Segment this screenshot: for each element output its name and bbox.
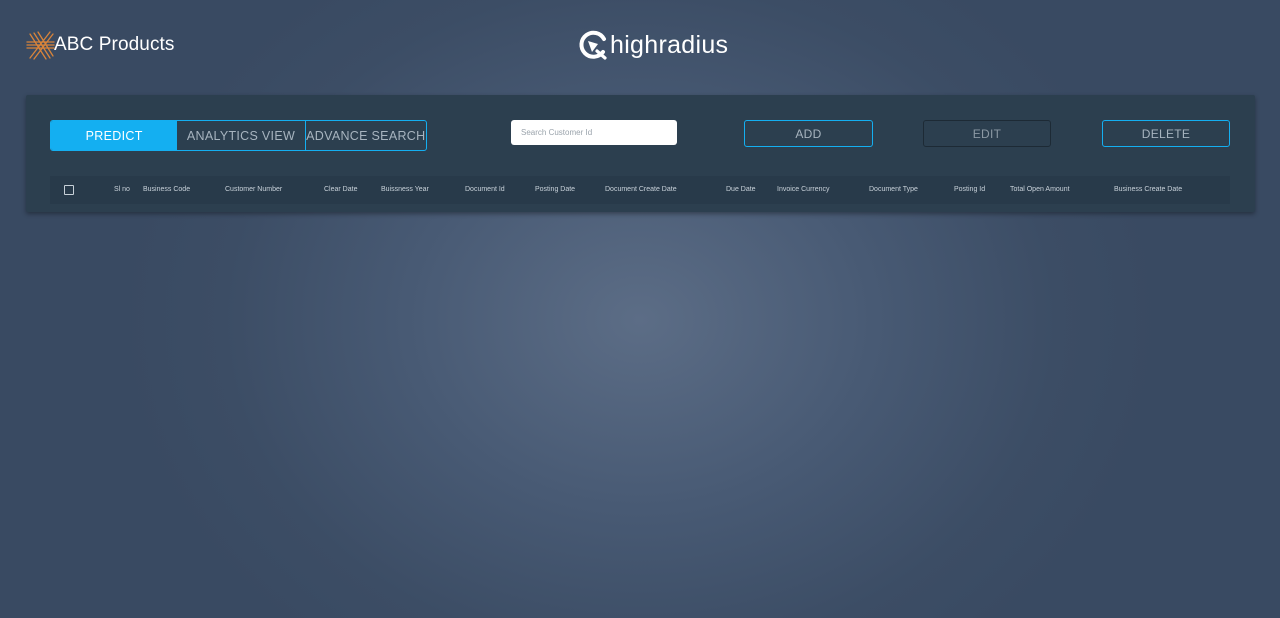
delete-button[interactable]: DELETE — [1102, 120, 1230, 147]
brand-name: highradius — [610, 30, 729, 59]
column-header-document-type[interactable]: Document Type — [869, 176, 918, 204]
company-name: ABC Products — [54, 34, 175, 55]
edit-button[interactable]: EDIT — [923, 120, 1051, 147]
add-button[interactable]: ADD — [744, 120, 873, 147]
column-header-business-code[interactable]: Business Code — [143, 176, 190, 204]
view-tabs: PREDICT ANALYTICS VIEW ADVANCE SEARCH — [50, 120, 427, 151]
search-customer-input[interactable] — [511, 120, 677, 145]
tab-analytics-view[interactable]: ANALYTICS VIEW — [177, 121, 306, 150]
brand-logo: highradius — [578, 28, 728, 62]
column-header-document-id[interactable]: Document Id — [465, 176, 505, 204]
column-header-posting-id[interactable]: Posting Id — [954, 176, 985, 204]
invoice-panel: PREDICT ANALYTICS VIEW ADVANCE SEARCH AD… — [26, 95, 1255, 212]
column-header-posting-date[interactable]: Posting Date — [535, 176, 575, 204]
abc-logo-icon — [26, 31, 55, 60]
tab-predict[interactable]: PREDICT — [51, 121, 178, 150]
column-header-total-open-amount[interactable]: Total Open Amount — [1010, 176, 1070, 204]
company-logo: ABC Products — [24, 28, 175, 62]
highradius-logo-icon — [579, 30, 607, 60]
column-header-customer-number[interactable]: Customer Number — [225, 176, 282, 204]
column-header-due-date[interactable]: Due Date — [726, 176, 756, 204]
select-all-checkbox[interactable] — [64, 185, 74, 195]
column-header-document-create-date[interactable]: Document Create Date — [605, 176, 677, 204]
column-header-invoice-currency[interactable]: Invoice Currency — [777, 176, 830, 204]
column-header-business-year[interactable]: Buissness Year — [381, 176, 429, 204]
column-header-business-create-date[interactable]: Business Create Date — [1114, 176, 1182, 204]
tab-advance-search[interactable]: ADVANCE SEARCH — [306, 121, 426, 150]
column-header-sl-no[interactable]: Sl no — [114, 176, 130, 204]
table-header: Sl no Business Code Customer Number Clea… — [50, 176, 1230, 204]
column-header-clear-date[interactable]: Clear Date — [324, 176, 357, 204]
